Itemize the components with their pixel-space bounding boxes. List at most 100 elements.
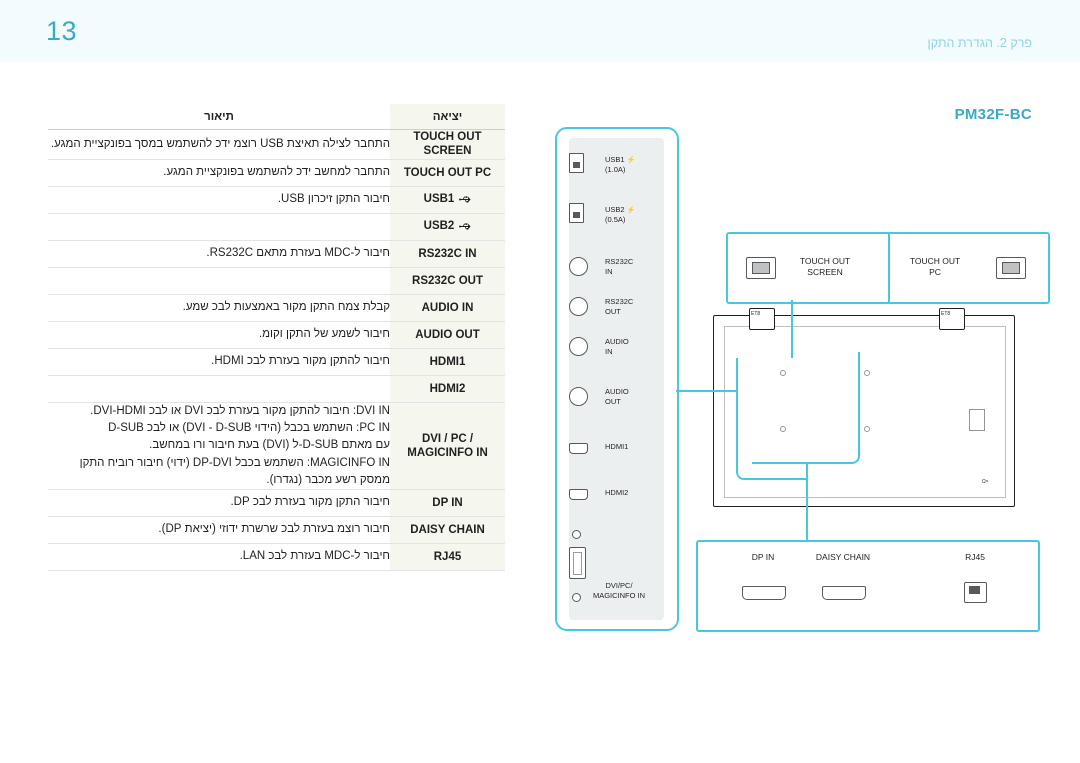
strip-port-dvi: DVI/PC/MAGICINFO IN [557, 547, 652, 600]
touch-out-pc-label: TOUCH OUT PC [909, 256, 961, 278]
audio-jack-icon [569, 257, 588, 276]
strip-port-label-hdmi1: HDMI1 [605, 442, 629, 451]
callout-divider [888, 234, 890, 302]
cell-port-name: RJ45 [390, 543, 505, 571]
page-header: 13 פרק 2. הגדרת התקן [0, 0, 1080, 62]
port-name-text: RS232C IN [418, 247, 477, 260]
strip-port-usb2: USB2 ⚡ (0.5A) [557, 201, 652, 235]
dp-in-label: DP IN [751, 552, 775, 562]
port-name-text: AUDIO IN [421, 301, 474, 314]
cell-port-description: DVI IN: חיבור להתקן מקור בעזרת לבכ DVI א… [48, 402, 390, 491]
cell-port-description: חיבור רוצמ בעזרת לבכ שרשרת ידוזי (יציאת … [48, 516, 390, 544]
cell-port-description: חיבור להתקן מקור בעזרת לבכ HDMI. [48, 348, 390, 376]
rear-connector-block [969, 409, 985, 431]
cell-port-description: חיבור ל-MDC בעזרת לבכ LAN. [48, 543, 390, 571]
usb-port-icon [569, 203, 584, 223]
cell-port-name: HDMI2 [390, 375, 505, 403]
strip-port-label-usb1: USB1 ⚡ (1.0A) [605, 155, 636, 175]
table-row: USB1 חיבור התקן זיכרון USB. [48, 186, 505, 214]
leader-line-touch-callout [791, 300, 793, 358]
port-strip-panel: USB1 ⚡ (1.0A) USB2 ⚡ (0.5A) RS232C IN RS232… [555, 127, 679, 631]
table-row: AUDIO IN קבלת צמח התקן מקור באמצעות לבכ ש… [48, 294, 505, 322]
strip-port-hdmi1: HDMI1 [557, 441, 652, 475]
dp-in-port-icon [742, 586, 786, 600]
cell-port-description [48, 213, 390, 241]
cable-route-right [752, 352, 860, 464]
port-name-text: HDMI2 [429, 382, 466, 395]
column-header-port: יציאה [390, 104, 505, 130]
port-name-text: RJ45 [433, 550, 462, 563]
hdmi-port-icon [569, 443, 588, 454]
table-row: RJ45 חיבור ל-MDC בעזרת לבכ LAN. [48, 543, 505, 571]
cell-port-description: התחבר לצילה תאיצת USB רוצמ ידכ להשתמש במ… [48, 129, 390, 160]
touch-out-screen-port-icon [746, 257, 776, 279]
cell-port-description: קבלת צמח התקן מקור באמצעות לבכ שמע. [48, 294, 390, 322]
daisy-chain-port-icon [822, 586, 866, 600]
cell-port-name: AUDIO OUT [390, 321, 505, 349]
audio-jack-icon [569, 387, 588, 406]
audio-jack-icon [569, 337, 588, 356]
strip-port-label-rs232c-in: RS232C IN [605, 257, 634, 277]
cell-port-name: USB2 [390, 213, 505, 241]
cell-port-name: TOUCH OUT PC [390, 159, 505, 187]
port-name-text: HDMI1 [429, 355, 466, 368]
usb-port-icon [569, 153, 584, 173]
cell-port-name: RS232C OUT [390, 267, 505, 295]
table-row: DP IN חיבור התקן מקור בעזרת לבכ DP. [48, 489, 505, 517]
rj45-port-icon [964, 582, 987, 603]
cell-port-description: התחבר למחשב ידכ להשתמש בפונקציית המגע. [48, 159, 390, 187]
usb-icon [459, 194, 471, 208]
daisy-chain-label: DAISY CHAIN [815, 552, 871, 562]
strip-port-hdmi2: HDMI2 [557, 487, 652, 521]
cell-port-description: חיבור לשמע של התקן וקומ. [48, 321, 390, 349]
table-row: TOUCH OUT PC התחבר למחשב ידכ להשתמש בפונק… [48, 159, 505, 187]
cell-port-name: HDMI1 [390, 348, 505, 376]
port-name-text: USB1 [423, 192, 455, 205]
port-name-text: RS232C OUT [412, 274, 483, 287]
cell-port-name: USB1 [390, 186, 505, 214]
table-row: RS232C OUT [48, 267, 505, 295]
table-row: HDMI2 [48, 375, 505, 403]
port-name-text: TOUCH OUT PC [403, 166, 492, 179]
strip-port-label-audio-out: AUDIO OUT [605, 387, 629, 407]
strip-port-audio-in: AUDIO IN [557, 337, 652, 371]
bracket-label-left: ET8 [751, 311, 761, 317]
chapter-title: פרק 2. הגדרת התקן [927, 36, 1032, 50]
page-number: 13 [46, 16, 78, 46]
table-row: USB2 [48, 213, 505, 241]
strip-port-label-audio-in: AUDIO IN [605, 337, 629, 357]
screw-hole-icon [572, 593, 581, 602]
table-header-row: יציאה תיאור [48, 104, 505, 130]
cell-port-name: DVI / PC / MAGICINFO IN [390, 402, 505, 491]
strip-port-label-rs232c-out: RS232C OUT [605, 297, 634, 317]
strip-port-audio-out: AUDIO OUT [557, 387, 652, 421]
table-row: DAISY CHAIN חיבור רוצמ בעזרת לבכ שרשרת יד… [48, 516, 505, 544]
cell-port-description [48, 267, 390, 295]
port-name-text: DAISY CHAIN [410, 523, 485, 536]
port-name-text: DP IN [432, 496, 463, 509]
column-header-description: תיאור [48, 104, 390, 130]
vesa-hole [864, 426, 870, 432]
table-row: RS232C IN חיבור ל-MDC בעזרת מתאם RS232C. [48, 240, 505, 268]
vesa-hole [864, 370, 870, 376]
cell-port-name: RS232C IN [390, 240, 505, 268]
touch-out-screen-label: TOUCH OUT SCREEN [799, 256, 851, 278]
port-spec-table: יציאה תיאור TOUCH OUT SCREEN התחבר לצילה … [48, 104, 505, 571]
rj45-label: RJ45 [965, 552, 985, 562]
touch-out-callout: TOUCH OUT SCREEN TOUCH OUT PC [726, 232, 1050, 304]
bottom-ports-callout: DP IN DAISY CHAIN RJ45 [696, 540, 1040, 632]
connection-diagram: USB1 ⚡ (1.0A) USB2 ⚡ (0.5A) RS232C IN RS232… [548, 120, 1050, 640]
strip-port-rs232c-in: RS232C IN [557, 257, 652, 291]
strip-port-label-usb2: USB2 ⚡ (0.5A) [605, 205, 636, 225]
hdmi-port-icon [569, 489, 588, 500]
cell-port-description: חיבור התקן מקור בעזרת לבכ DP. [48, 489, 390, 517]
port-name-text: DVI / PC / MAGICINFO IN [407, 432, 488, 459]
strip-screw-hole-bottom [557, 593, 652, 609]
cell-port-name: DAISY CHAIN [390, 516, 505, 544]
touch-out-pc-port-icon [996, 257, 1026, 279]
table-row: AUDIO OUT חיבור לשמע של התקן וקומ. [48, 321, 505, 349]
strip-port-rs232c-out: RS232C OUT [557, 297, 652, 331]
strip-screw-hole-top [557, 527, 652, 543]
cell-port-description: חיבור התקן זיכרון USB. [48, 186, 390, 214]
cell-port-name: AUDIO IN [390, 294, 505, 322]
